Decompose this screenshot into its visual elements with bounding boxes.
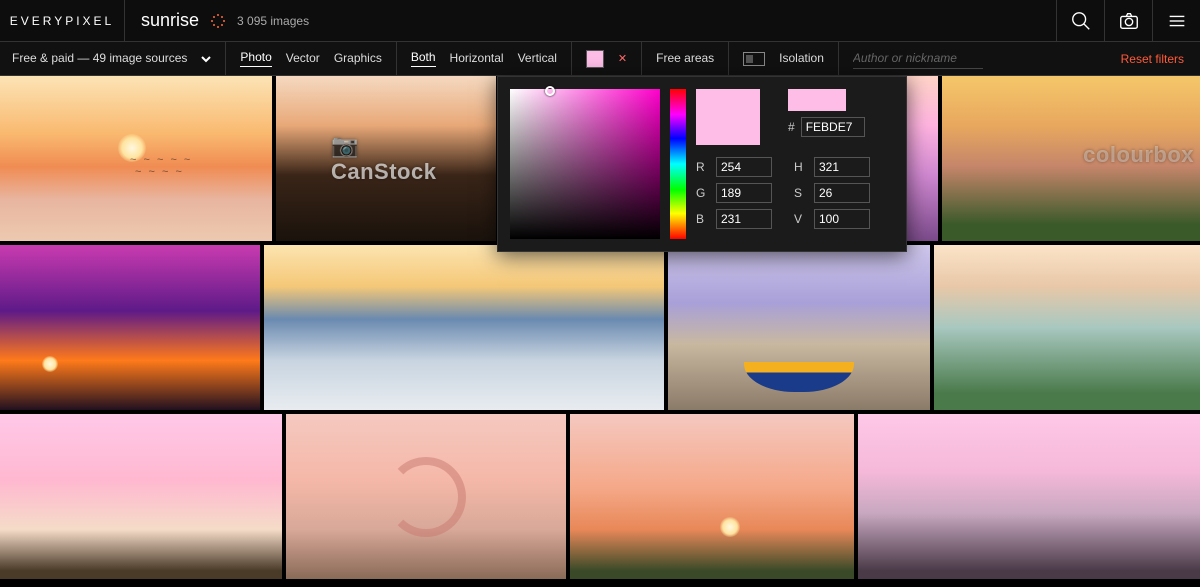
result-thumb[interactable] [264,245,664,410]
spiral-watermark-icon [386,457,466,537]
result-thumb[interactable]: colourbox [942,76,1200,241]
h-label: H [794,160,806,174]
g-input[interactable] [716,183,772,203]
current-color-swatch [696,89,760,145]
sparkle-icon [209,12,227,30]
menu-icon[interactable] [1152,0,1200,42]
r-input[interactable] [716,157,772,177]
reset-filters-button[interactable]: Reset filters [1105,52,1200,66]
camera-icon[interactable] [1104,0,1152,42]
s-label: S [794,186,806,200]
filter-graphics[interactable]: Graphics [334,51,382,67]
v-input[interactable] [814,209,870,229]
site-logo[interactable]: EVERYPIXEL [0,0,125,41]
free-areas-label[interactable]: Free areas [656,51,714,67]
sv-cursor[interactable] [545,86,555,96]
author-filter [839,42,997,75]
result-thumb[interactable] [668,245,930,410]
boat-shape [744,362,854,392]
result-thumb[interactable] [934,245,1200,410]
result-thumb[interactable] [0,414,282,579]
hue-slider[interactable] [670,89,686,239]
sources-filter[interactable]: Free & paid — 49 image sources [12,42,226,75]
search-term: sunrise [141,10,199,31]
isolation-icon [743,52,765,66]
color-swatch[interactable] [586,50,604,68]
color-filter: ✕ [572,42,642,75]
result-thumb[interactable] [570,414,854,579]
result-thumb[interactable] [858,414,1200,579]
author-input[interactable] [853,48,983,69]
s-input[interactable] [814,183,870,203]
search-summary: sunrise 3 095 images [125,0,325,41]
color-picker-panel: # R G B [497,76,907,252]
filter-photo[interactable]: Photo [240,50,271,67]
isolation-label[interactable]: Isolation [779,51,824,67]
result-count: 3 095 images [237,14,309,28]
top-header: EVERYPIXEL sunrise 3 095 images [0,0,1200,42]
v-label: V [794,212,806,226]
b-label: B [696,212,708,226]
watermark-text: colourbox [1083,142,1194,168]
g-label: G [696,186,708,200]
clear-color-icon[interactable]: ✕ [618,52,627,65]
result-thumb[interactable] [286,414,566,579]
saturation-value-panel[interactable] [510,89,660,239]
hex-hash: # [788,120,795,134]
result-thumb[interactable] [0,245,260,410]
isolation-filter[interactable]: Isolation [729,42,839,75]
color-values: # R G B [696,89,894,239]
filter-horizontal[interactable]: Horizontal [450,51,504,67]
chevron-down-icon [201,54,211,64]
result-thumb[interactable]: 📷 CanStock [276,76,496,241]
filter-vertical[interactable]: Vertical [518,51,557,67]
r-label: R [696,160,708,174]
watermark-text: 📷 CanStock [331,133,441,185]
type-filter: Photo Vector Graphics [226,42,396,75]
orientation-filter: Both Horizontal Vertical [397,42,572,75]
hex-input[interactable] [801,117,865,137]
search-icon[interactable] [1056,0,1104,42]
filter-bar: Free & paid — 49 image sources Photo Vec… [0,42,1200,76]
free-areas-filter[interactable]: Free areas [642,42,729,75]
filter-both[interactable]: Both [411,50,436,67]
sources-label[interactable]: Free & paid — 49 image sources [12,51,187,67]
b-input[interactable] [716,209,772,229]
result-thumb[interactable]: ~ ~ ~ ~ ~ ~ ~ ~ ~ [0,76,272,241]
previous-color-swatch [788,89,846,111]
filter-vector[interactable]: Vector [286,51,320,67]
h-input[interactable] [814,157,870,177]
